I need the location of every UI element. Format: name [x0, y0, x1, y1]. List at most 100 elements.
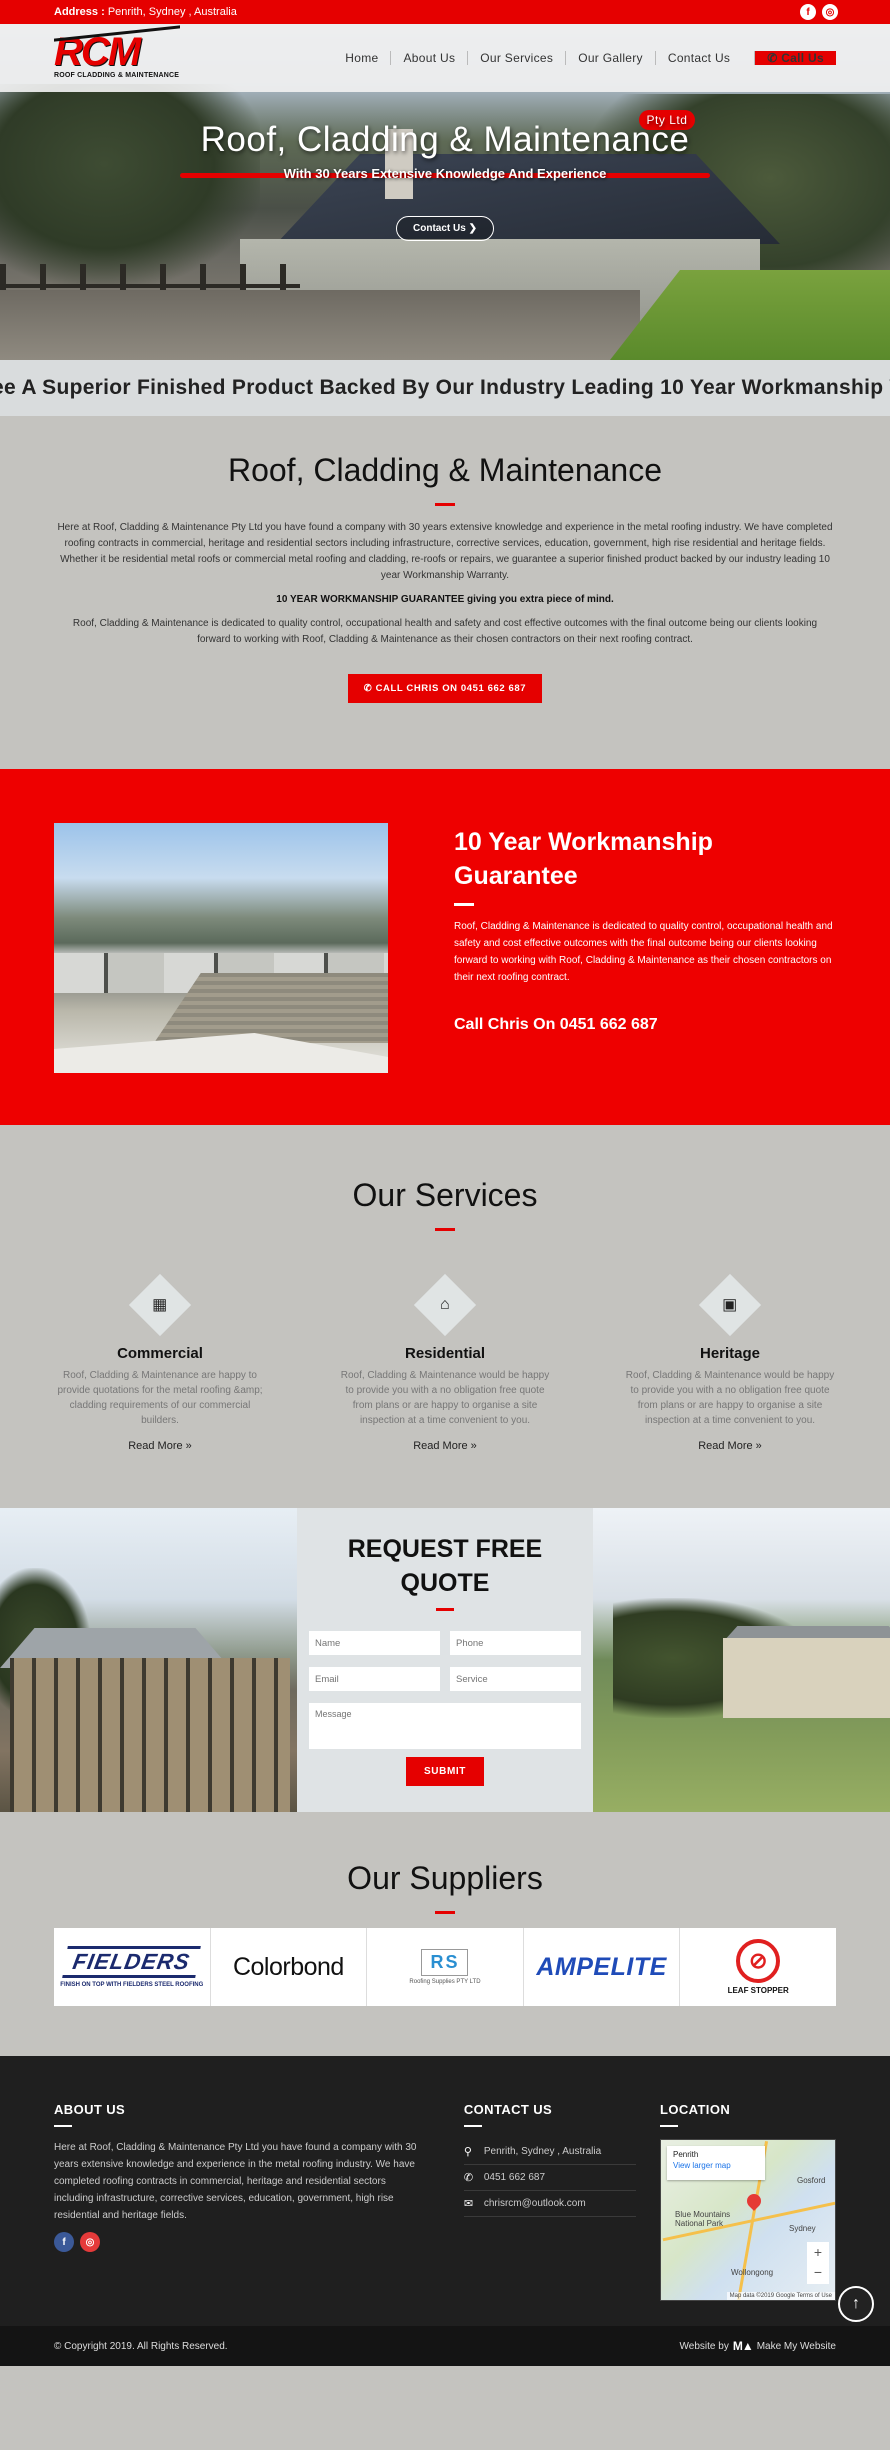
- nav-about[interactable]: About Us: [390, 51, 467, 65]
- name-field[interactable]: [309, 1631, 440, 1655]
- call-chris-button[interactable]: ✆ CALL CHRIS ON 0451 662 687: [347, 674, 543, 703]
- map-place-name: Penrith: [673, 2150, 699, 2159]
- suppliers-logos: FIELDERS FINISH ON TOP WITH FIELDERS STE…: [54, 1928, 836, 2006]
- service-title: Residential: [404, 1345, 486, 1362]
- facebook-icon[interactable]: f: [800, 4, 816, 20]
- nav-gallery[interactable]: Our Gallery: [565, 51, 655, 65]
- hero-content: Roof, Cladding & Maintenance Pty Ltd Wit…: [0, 110, 890, 241]
- quote-title: REQUEST FREE QUOTE: [347, 1535, 543, 1597]
- footer-divider: [463, 2125, 482, 2127]
- photo-house: [723, 1638, 890, 1718]
- view-larger-map-link[interactable]: View larger map: [673, 2161, 759, 2170]
- phone-field[interactable]: [450, 1631, 581, 1655]
- address: Address : Penrith, Sydney , Australia: [54, 6, 237, 18]
- nav-services[interactable]: Our Services: [467, 51, 565, 65]
- quote-fields: [309, 1631, 581, 1749]
- read-more-link[interactable]: Read More »: [54, 1440, 266, 1452]
- footer-about-title: ABOUT US: [54, 2102, 126, 2117]
- footer-location-title: LOCATION: [660, 2102, 731, 2117]
- copyright-text: © Copyright 2019. All Rights Reserved.: [54, 2340, 228, 2352]
- message-field[interactable]: [309, 1703, 581, 1749]
- heritage-building-photo: [0, 1508, 297, 1812]
- guarantee-call[interactable]: Call Chris On 0451 662 687: [454, 1016, 836, 1034]
- photo-building: [10, 1658, 290, 1812]
- nav-contact[interactable]: Contact Us: [654, 51, 742, 65]
- guarantee-text-block: 10 Year Workmanship Guarantee Roof, Clad…: [454, 823, 836, 1125]
- hero-subtitle-wrap: With 30 Years Extensive Knowledge And Ex…: [180, 166, 710, 182]
- map-zoom-controls[interactable]: + −: [807, 2242, 829, 2284]
- intro-section: Roof, Cladding & Maintenance Here at Roo…: [0, 416, 890, 769]
- guarantee-paragraph: Roof, Cladding & Maintenance is dedicate…: [454, 921, 833, 983]
- service-text: Roof, Cladding & Maintenance are happy t…: [57, 1370, 263, 1426]
- supplier-colorbond[interactable]: Colorbond: [209, 1928, 367, 2006]
- instagram-icon[interactable]: ◎: [80, 2232, 100, 2252]
- submit-button[interactable]: SUBMIT: [406, 1757, 484, 1786]
- footer-email[interactable]: ✉ chrisrcm@outlook.com: [463, 2191, 636, 2217]
- marquee-text: ee A Superior Finished Product Backed By…: [0, 376, 890, 399]
- make-my-website-name[interactable]: Make My Website: [757, 2341, 836, 2352]
- intro-paragraph-1: Here at Roof, Cladding & Maintenance Pty…: [57, 522, 833, 581]
- hero-contact-button[interactable]: Contact Us ❯: [396, 216, 494, 241]
- nav-home[interactable]: Home: [333, 51, 390, 65]
- footer-social: f ◎: [54, 2232, 418, 2252]
- service-icon-frame: ▣: [698, 1273, 762, 1337]
- service-field[interactable]: [450, 1667, 581, 1691]
- quote-section: REQUEST FREE QUOTE SUBMIT: [0, 1508, 890, 1812]
- hero-subtitle: With 30 Years Extensive Knowledge And Ex…: [283, 166, 607, 181]
- site-footer: ABOUT US Here at Roof, Cladding & Mainte…: [0, 2056, 890, 2326]
- service-text: Roof, Cladding & Maintenance would be ha…: [625, 1370, 835, 1426]
- email-field[interactable]: [309, 1667, 440, 1691]
- service-title: Commercial: [117, 1345, 203, 1362]
- intro-paragraph-2: Roof, Cladding & Maintenance is dedicate…: [72, 618, 818, 645]
- footer-phone[interactable]: ✆ 0451 662 687: [463, 2165, 636, 2191]
- service-commercial: ▦ Commercial Roof, Cladding & Maintenanc…: [54, 1271, 266, 1452]
- intro-title: Roof, Cladding & Maintenance: [227, 452, 663, 488]
- make-my-website-logo: M▲: [732, 2339, 754, 2353]
- instagram-icon[interactable]: ◎: [822, 4, 838, 20]
- guarantee-divider: [454, 903, 474, 906]
- footer-about-text: Here at Roof, Cladding & Maintenance Pty…: [54, 2142, 417, 2221]
- logo-subtitle: ROOF CLADDING & MAINTENANCE: [54, 72, 180, 79]
- footer-address-text: Penrith, Sydney , Australia: [483, 2146, 602, 2157]
- guarantee-title: 10 Year Workmanship Guarantee: [454, 828, 713, 890]
- main-nav: Home About Us Our Services Our Gallery C…: [333, 51, 836, 65]
- service-icon-frame: ⌂: [413, 1273, 477, 1337]
- map-info-card: Penrith View larger map: [667, 2146, 765, 2180]
- map-attribution: Map data ©2019 Google Terms of Use: [726, 2292, 835, 2300]
- social-links-top: f ◎: [800, 4, 838, 20]
- footer-contact-title: CONTACT US: [463, 2102, 553, 2117]
- supplier-roofing-supplies[interactable]: RS Roofing Supplies PTY LTD: [366, 1928, 523, 2006]
- footer-about: ABOUT US Here at Roof, Cladding & Mainte…: [54, 2102, 418, 2296]
- roofs-photo: [54, 823, 388, 1073]
- supplier-leaf-stopper[interactable]: ⊘ LEAF STOPPER: [679, 1928, 836, 2006]
- call-us-button[interactable]: ✆ Call Us: [754, 51, 836, 65]
- hero-title-text: Roof, Cladding & Maintenance: [200, 120, 690, 159]
- service-title: Heritage: [699, 1345, 761, 1362]
- phone-icon: ✆: [463, 2172, 474, 2184]
- suppliers-section: Our Suppliers FIELDERS FINISH ON TOP WIT…: [0, 1812, 890, 2056]
- quote-divider: [436, 1608, 454, 1611]
- service-heritage: ▣ Heritage Roof, Cladding & Maintenance …: [624, 1271, 836, 1452]
- hero-title: Roof, Cladding & Maintenance Pty Ltd: [200, 110, 696, 160]
- service-text: Roof, Cladding & Maintenance would be ha…: [340, 1370, 550, 1426]
- read-more-link[interactable]: Read More »: [339, 1440, 551, 1452]
- read-more-link[interactable]: Read More »: [624, 1440, 836, 1452]
- facebook-icon[interactable]: f: [54, 2232, 74, 2252]
- map-label: Blue Mountains National Park: [675, 2210, 731, 2228]
- footer-address: ⚲ Penrith, Sydney , Australia: [463, 2139, 636, 2165]
- hero-driveway: [0, 290, 640, 360]
- title-divider: [435, 1228, 455, 1231]
- fielders-tagline: FINISH ON TOP WITH FIELDERS STEEL ROOFIN…: [60, 1982, 204, 1988]
- site-header: RCM ROOF CLADDING & MAINTENANCE Home Abo…: [0, 24, 890, 92]
- logo[interactable]: RCM ROOF CLADDING & MAINTENANCE: [54, 25, 180, 86]
- address-value: Penrith, Sydney , Australia: [107, 6, 237, 18]
- website-by-label: Website by: [679, 2340, 729, 2352]
- building-icon: ▦: [152, 1297, 168, 1314]
- footer-divider: [660, 2125, 678, 2127]
- service-residential: ⌂ Residential Roof, Cladding & Maintenan…: [339, 1271, 551, 1452]
- suppliers-title: Our Suppliers: [347, 1860, 543, 1896]
- supplier-ampelite[interactable]: AMPELITE: [522, 1928, 680, 2006]
- location-map[interactable]: Penrith View larger map Blue Mountains N…: [660, 2139, 836, 2301]
- scroll-to-top-icon[interactable]: ↑: [838, 2286, 874, 2322]
- supplier-fielders[interactable]: FIELDERS FINISH ON TOP WITH FIELDERS STE…: [54, 1928, 210, 2006]
